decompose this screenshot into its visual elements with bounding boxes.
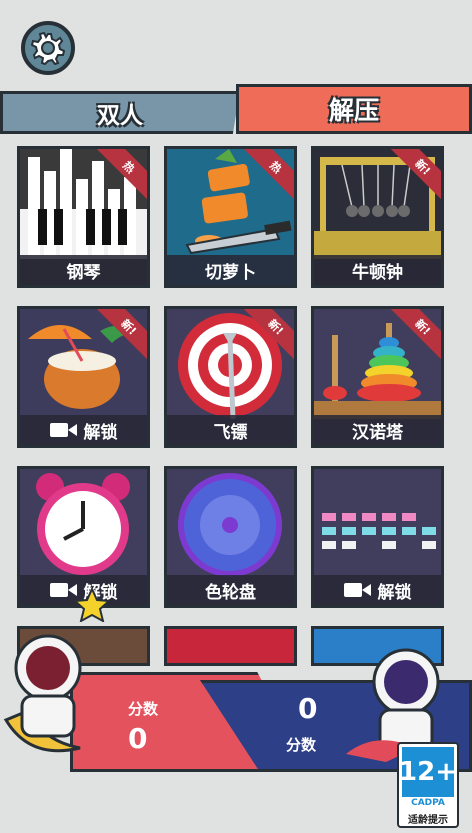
game-tile-row4-2[interactable] <box>164 626 297 666</box>
game-tile-color-wheel[interactable]: 色轮盘 <box>164 466 297 608</box>
game-tile-piano[interactable]: 热 钢琴 <box>17 146 150 288</box>
age-rating-badge: 12+ CADPA 适龄提示 <box>397 742 459 828</box>
age-rating-text: 适龄提示 <box>408 815 448 826</box>
unlock-caption: 解锁 <box>20 415 147 445</box>
game-tile-coconut-locked[interactable]: 新! 解锁 <box>17 306 150 448</box>
game-tile-cut-carrot[interactable]: 热 切萝卜 <box>164 146 297 288</box>
age-rating-org: CADPA <box>411 798 445 808</box>
settings-button[interactable] <box>21 21 75 75</box>
game-tile-blocks-locked[interactable]: 解锁 <box>311 466 444 608</box>
tile-label: 汉诺塔 <box>314 415 441 445</box>
tile-label: 飞镖 <box>167 415 294 445</box>
age-rating-value: 12+ <box>399 747 457 797</box>
tile-label: 色轮盘 <box>167 575 294 605</box>
tile-label: 解锁 <box>83 422 118 443</box>
tab-two-player[interactable]: 双人 <box>0 91 240 134</box>
game-tile-hanoi[interactable]: 新! 汉诺塔 <box>311 306 444 448</box>
mode-tabs: 双人 解压 <box>0 84 472 136</box>
tab-decompress[interactable]: 解压 <box>236 84 472 134</box>
game-tile-alarm-locked[interactable]: 解锁 <box>17 466 150 608</box>
player-one-score-label: 分数 <box>128 700 159 718</box>
video-icon <box>343 583 371 597</box>
star-icon <box>74 588 110 622</box>
astronaut-left-icon <box>3 634 82 753</box>
tile-label: 切萝卜 <box>167 255 294 285</box>
tile-label: 牛顿钟 <box>314 255 441 285</box>
tab-decompress-label: 解压 <box>328 96 379 125</box>
game-tile-newtons-cradle[interactable]: 新! 牛顿钟 <box>311 146 444 288</box>
gear-icon <box>31 31 65 65</box>
player-two-score-label: 分数 <box>286 736 317 754</box>
player-two-score-value: 0 <box>298 692 318 725</box>
tile-label: 解锁 <box>377 582 412 603</box>
tab-two-player-label: 双人 <box>97 102 143 129</box>
game-tile-darts[interactable]: 新! 飞镖 <box>164 306 297 448</box>
unlock-caption: 解锁 <box>314 575 441 605</box>
video-icon <box>49 423 77 437</box>
player-one-score-value: 0 <box>128 722 148 755</box>
tile-label: 钢琴 <box>20 255 147 285</box>
